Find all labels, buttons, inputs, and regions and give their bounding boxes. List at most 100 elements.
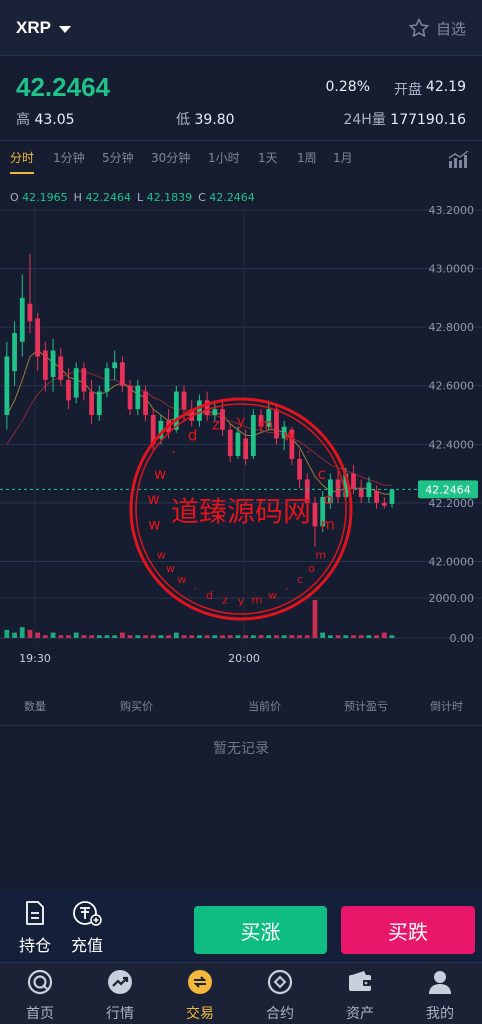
candle-body (12, 333, 17, 372)
volume-bar (50, 632, 56, 638)
volume-bar (304, 635, 310, 638)
contract-icon (267, 969, 293, 995)
volume-bar (381, 632, 387, 638)
volume-bar (204, 635, 210, 638)
high-label: 高 (16, 112, 30, 128)
volume-bar (89, 635, 94, 638)
buy-up-button[interactable]: 买涨 (194, 906, 327, 954)
stamp-arc-letter: w (154, 465, 166, 483)
nav-home[interactable]: 首页 (0, 969, 80, 1023)
stamp-arc-letter: d (206, 589, 213, 602)
volume-value: 177190.16 (390, 112, 466, 128)
volume-bar (366, 635, 372, 638)
stamp-arc-letter: · (193, 582, 197, 595)
volume-bar (274, 635, 279, 638)
candle-body (104, 368, 110, 392)
candle-body (4, 356, 10, 416)
nav-contract-label: 合约 (266, 1006, 294, 1022)
tab-5min[interactable]: 5分钟 (102, 149, 134, 166)
nav-contract[interactable]: 合约 (240, 969, 320, 1023)
current-price-label: 42.2464 (425, 483, 471, 496)
x-tick-label: 19:30 (19, 652, 51, 665)
volume-bar (258, 635, 264, 638)
stamp-arc-letter: m (320, 515, 335, 533)
holdings-button[interactable]: 持仓 (12, 900, 58, 956)
volume-bar (27, 629, 33, 638)
volume-bar (343, 635, 349, 638)
buy-down-button[interactable]: 买跌 (341, 906, 475, 954)
candle-body (27, 303, 33, 322)
coin-plus-icon (73, 901, 102, 926)
stamp-arc-letter: · (171, 443, 176, 461)
ohlc-high-label: H (73, 191, 82, 204)
tab-30min[interactable]: 30分钟 (151, 149, 190, 166)
ohlc-open-value: 42.1965 (22, 191, 68, 204)
y-tick-label: 42.4000 (429, 438, 475, 451)
volume-bar (189, 635, 195, 638)
candle-body (50, 350, 56, 377)
nav-market[interactable]: 行情 (80, 969, 160, 1023)
volume-bar (243, 635, 249, 638)
volume-bar (327, 635, 333, 638)
trade-icon (188, 970, 212, 994)
volume-bar (143, 635, 148, 638)
nav-market-label: 行情 (106, 1006, 134, 1022)
stamp-arc-letter: c (297, 573, 303, 586)
volume-bar (4, 629, 10, 638)
low-value: 39.80 (194, 112, 235, 128)
y-tick-label: 42.0000 (429, 555, 475, 568)
bottom-nav: 首页 行情 交易 合约 资产 我的 (0, 962, 482, 1024)
stamp-center-text: 道臻源码网 (171, 495, 311, 528)
nav-assets[interactable]: 资产 (320, 969, 400, 1023)
tab-1week[interactable]: 1周 (297, 149, 317, 166)
stamp-arc-letter: o (308, 562, 315, 575)
volume-label: 24H量 (343, 112, 386, 128)
col-countdown: 倒计时 (430, 700, 463, 713)
y-tick-label: 43.0000 (429, 263, 475, 276)
favorite-button[interactable]: 自选 (408, 17, 466, 39)
tab-1hour[interactable]: 1小时 (208, 149, 240, 166)
ohlc-low-label: L (136, 191, 144, 204)
volume-bar (212, 635, 218, 638)
stamp-arc-letter: y (238, 595, 245, 608)
volume-bar (297, 635, 302, 638)
home-icon (27, 969, 53, 995)
volume-bar (112, 635, 118, 638)
ohlc-high-value: 42.2464 (85, 191, 131, 204)
volume-tick-label: 0.00 (450, 632, 475, 645)
candle-body (66, 379, 71, 401)
quote-panel: 42.2464 0.28% 开盘 42.19 高 43.05 低 39.80 2… (0, 56, 482, 140)
volume-bar (35, 632, 41, 638)
nav-trade-label: 交易 (186, 1006, 214, 1022)
recharge-label: 充值 (70, 936, 103, 955)
tab-1month[interactable]: 1月 (333, 149, 353, 166)
nav-trade[interactable]: 交易 (160, 969, 240, 1023)
tab-1day[interactable]: 1天 (258, 149, 278, 166)
tab-timeshare[interactable]: 分时 (10, 149, 35, 174)
y-tick-label: 43.2000 (429, 206, 475, 217)
candle-body (96, 391, 102, 416)
stamp-arc-letter: w (157, 549, 166, 562)
candle-body (112, 362, 118, 369)
volume-bar (220, 635, 225, 638)
nav-home-label: 首页 (26, 1006, 54, 1022)
tab-1min[interactable]: 1分钟 (53, 149, 85, 166)
high-value: 43.05 (34, 112, 75, 128)
user-icon (429, 971, 451, 994)
candle-body (120, 362, 125, 386)
last-price: 42.2464 (16, 72, 110, 102)
stamp-arc-letter: m (259, 416, 274, 434)
volume-bar (320, 632, 326, 638)
stamp-arc-letter: w (268, 589, 277, 602)
ohlc-open-label: O (10, 191, 19, 204)
nav-profile[interactable]: 我的 (400, 969, 480, 1023)
wallet-icon (349, 971, 371, 991)
volume-bar (235, 635, 241, 638)
nav-assets-label: 资产 (346, 1006, 374, 1022)
indicator-chart-icon[interactable] (448, 149, 470, 169)
volume-bar (127, 635, 133, 638)
volume-bar (389, 635, 395, 638)
open-value: 42.19 (425, 79, 466, 95)
recharge-button[interactable]: 充值 (64, 900, 110, 956)
symbol-selector[interactable]: XRP (16, 18, 71, 38)
